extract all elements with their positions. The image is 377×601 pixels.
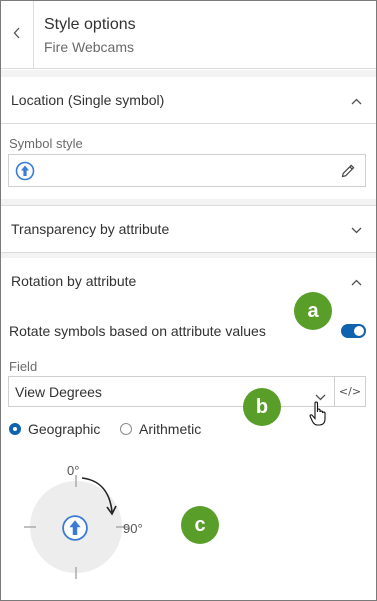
callout-badge-c: c	[181, 506, 219, 544]
back-button[interactable]	[1, 1, 34, 69]
radio-geographic-label: Geographic	[28, 421, 101, 437]
pencil-icon[interactable]	[340, 163, 356, 184]
page-subtitle: Fire Webcams	[44, 39, 134, 55]
rotate-toggle-label: Rotate symbols based on attribute values	[9, 323, 266, 339]
radio-button	[120, 423, 132, 435]
field-label: Field	[9, 359, 38, 374]
chevron-down-icon	[351, 221, 362, 237]
chevron-up-icon	[351, 92, 362, 108]
divider	[1, 123, 376, 124]
field-select-value: View Degrees	[15, 384, 102, 400]
symbol-style-field[interactable]	[8, 154, 366, 187]
chevron-left-icon	[13, 26, 21, 44]
callout-badge-b: b	[243, 388, 281, 426]
section-gap	[1, 70, 376, 77]
hand-cursor-icon	[309, 401, 329, 432]
field-select[interactable]: View Degrees	[8, 376, 335, 407]
section-transparency-title: Transparency by attribute	[11, 221, 170, 237]
dial-label-right: 90°	[123, 521, 143, 536]
radio-arithmetic-label: Arithmetic	[139, 421, 202, 437]
section-transparency-header[interactable]: Transparency by attribute	[1, 206, 376, 252]
clockwise-arrow-icon	[76, 476, 126, 531]
expression-button[interactable]: </>	[335, 376, 366, 407]
radio-geographic[interactable]: Geographic	[9, 421, 100, 437]
section-location-header[interactable]: Location (Single symbol)	[1, 77, 376, 123]
dial-label-top: 0°	[67, 463, 80, 478]
panel-header: Style options Fire Webcams	[1, 1, 376, 69]
rotate-toggle[interactable]	[341, 324, 366, 338]
section-rotation-title: Rotation by attribute	[11, 273, 137, 289]
code-icon: </>	[338, 385, 362, 398]
radio-button-checked	[9, 423, 21, 435]
chevron-up-icon	[351, 273, 362, 289]
arrow-up-symbol-icon	[15, 161, 35, 186]
radio-arithmetic[interactable]: Arithmetic	[120, 421, 201, 437]
page-title: Style options	[44, 16, 136, 33]
callout-badge-a: a	[294, 292, 332, 330]
symbol-style-label: Symbol style	[9, 136, 83, 151]
section-location-title: Location (Single symbol)	[11, 92, 165, 108]
toggle-knob	[354, 326, 364, 336]
